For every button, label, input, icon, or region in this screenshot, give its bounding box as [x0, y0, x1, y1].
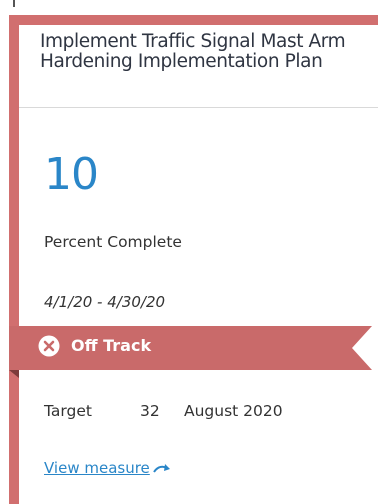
- metric-label: Percent Complete: [44, 233, 182, 251]
- status-label: Off Track: [71, 336, 152, 355]
- tick-mark: [13, 0, 15, 7]
- ribbon-shape: [9, 326, 372, 378]
- status-ribbon: Off Track: [7, 326, 372, 378]
- target-date: August 2020: [184, 402, 283, 420]
- target-label: Target: [44, 402, 92, 420]
- arrow-right-icon: [152, 463, 170, 473]
- x-circle-icon: [38, 335, 60, 357]
- card-title: Implement Traffic Signal Mast Arm Harden…: [40, 31, 346, 72]
- target-value: 32: [140, 402, 160, 420]
- measure-card: [9, 15, 378, 504]
- view-measure-link[interactable]: View measure: [44, 458, 171, 478]
- date-range: 4/1/20 - 4/30/20: [44, 293, 166, 311]
- view-measure-label: View measure: [44, 459, 150, 477]
- page: Implement Traffic Signal Mast Arm Harden…: [0, 0, 378, 504]
- title-divider: [19, 107, 378, 108]
- measure-value: 10: [44, 149, 99, 200]
